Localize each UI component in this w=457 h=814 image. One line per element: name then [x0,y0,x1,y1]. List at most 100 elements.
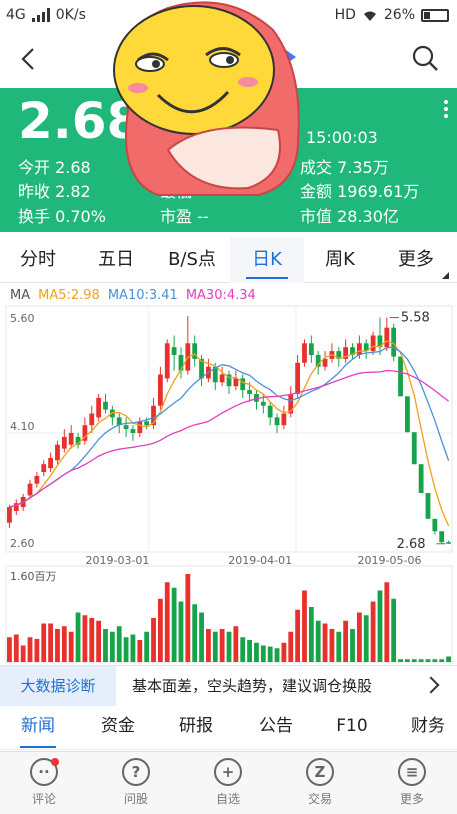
volume-bar [185,574,191,662]
tab-funds[interactable]: 资金 [90,706,146,750]
volume-bar [446,656,451,662]
high-price-label: 5.58 [401,311,430,326]
nav-more-label: 更多 [399,792,424,806]
tab-intraday[interactable]: 分时 [6,237,70,283]
volume-value: 7.35万 [337,158,389,177]
emoji-sticker-image [113,1,300,196]
candle-body [418,464,424,494]
candle-body [398,356,403,397]
add-circle-icon: + [214,758,242,786]
volume-bar [322,623,328,662]
candle-body [384,327,390,348]
candle-body [281,413,287,426]
network-label: 4G [6,7,26,23]
volume-bar [41,623,47,662]
battery-percent: 26% [383,7,415,23]
tab-f10[interactable]: F10 [324,706,380,750]
quote-time: 15:00:03 [306,128,378,147]
amount-row: 金额 1969.61万 [300,182,420,201]
volume-bar [329,629,335,662]
tab-daily-k[interactable]: 日K [230,237,304,283]
candle-body [274,417,280,426]
candle-body [446,542,451,544]
tab-bs-points[interactable]: B/S点 [156,237,228,283]
volume-bar [109,631,115,662]
diagnosis-bar[interactable]: 大数据诊断 基本面差，空头趋势，建议调仓换股 [0,665,457,706]
volume-bar [157,598,163,662]
tab-more[interactable]: 更多 [380,237,452,283]
volume-bar [137,640,143,662]
volume-bar [178,601,184,662]
volume-bar [274,648,280,662]
hd-label: HD [334,7,356,23]
net-speed: 0K/s [55,7,86,23]
tab-research[interactable]: 研报 [168,706,224,750]
volume-bar [432,659,438,662]
nav-more[interactable]: ≡ 更多 [382,758,442,807]
more-vertical-icon[interactable] [444,100,448,121]
amount-value: 1969.61万 [337,182,420,201]
low-price-label: 2.68 [397,537,426,552]
volume-bar [254,642,259,662]
prev-close-value: 2.82 [55,182,91,201]
volume-scale-label: 1.60百万 [10,570,57,583]
search-icon[interactable] [411,44,439,72]
volume-bar [363,615,369,662]
volume-bar [34,638,40,662]
candle-body [370,335,376,352]
volume-bar [439,659,445,662]
candle-body [27,483,33,496]
candle-body [302,343,307,363]
candle-body [34,475,40,484]
candle-body [130,429,136,433]
prev-close-row: 昨收 2.82 [18,182,91,201]
volume-bar [199,612,204,662]
volume-bar [356,612,362,662]
candle-body [322,358,328,367]
candle-body [164,343,170,379]
x-tick-label: 2019-05-06 [358,554,422,567]
back-arrow-icon[interactable] [16,46,42,72]
candle-body [260,401,266,406]
tab-five-day[interactable]: 五日 [84,237,148,283]
volume-bar [151,618,156,662]
nav-trade[interactable]: Z 交易 [290,758,350,807]
nav-watchlist[interactable]: + 自选 [198,758,258,807]
wifi-icon [363,11,376,21]
diagnosis-tag[interactable]: 大数据诊断 [0,666,116,706]
volume-bar [212,631,218,662]
volume-bar [404,659,410,662]
candle-body [123,425,129,430]
candle-body [61,436,67,449]
question-icon: ? [122,758,150,786]
volume-bar [240,637,246,662]
chevron-right-icon[interactable] [422,676,440,694]
volume-bar [130,634,136,662]
tab-announcements[interactable]: 公告 [248,706,304,750]
candle-body [103,401,108,410]
candle-body [411,432,417,465]
tab-news[interactable]: 新闻 [10,706,66,750]
nav-comment[interactable]: ·· 评论 [14,758,74,807]
kline-chart[interactable]: MA MA5:2.98 MA10:3.41 MA30:4.34 5.60 4.10… [0,284,457,664]
diagnosis-text: 基本面差，空头趋势，建议调仓换股 [132,677,373,695]
volume-bar [13,634,19,662]
volume-bar [267,646,273,662]
volume-bar [350,629,355,662]
candle-body [96,397,102,418]
candle-body [308,343,314,355]
tab-weekly-k[interactable]: 周K [308,237,372,283]
volume-bar [295,609,301,662]
volume-bar [425,659,431,662]
candle-body [425,493,431,519]
candle-body [219,374,225,383]
volume-bar [260,645,266,662]
tab-financials[interactable]: 财务 [400,706,456,750]
y-tick-label: 4.10 [10,420,35,433]
volume-bar [7,637,12,662]
nav-ask[interactable]: ? 问股 [106,758,166,807]
nav-trade-label: 交易 [307,792,332,806]
y-tick-label: 2.60 [10,537,35,550]
comment-icon: ·· [30,758,59,786]
candle-body [171,347,177,355]
